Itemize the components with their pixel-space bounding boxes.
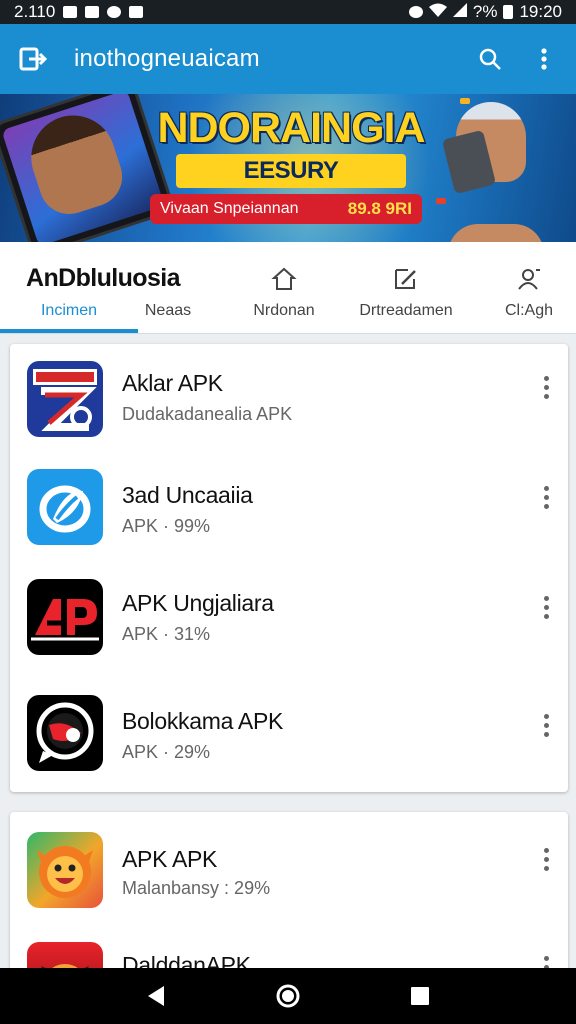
system-nav-bar bbox=[0, 968, 576, 1024]
back-icon[interactable] bbox=[136, 976, 176, 1016]
tab-label: Incimen bbox=[40, 302, 98, 319]
banner-hand-image bbox=[448, 224, 544, 242]
battery-percent: ?% bbox=[472, 2, 498, 21]
black-chat-app-icon bbox=[27, 695, 103, 771]
tab-label: Cl:Agh bbox=[504, 302, 554, 319]
alarm-icon bbox=[408, 6, 423, 18]
home-icon bbox=[271, 267, 297, 296]
banner-promo-label: Vivaan Snpeiannan bbox=[160, 200, 299, 217]
signal-icon bbox=[452, 2, 467, 22]
status-clock: 19:20 bbox=[519, 2, 562, 21]
tab-nrdonan[interactable]: Nrdonan bbox=[232, 242, 336, 334]
app-name: Aklar APK bbox=[122, 370, 223, 396]
banner-subheadline: EESURY UMDONIAIA bbox=[176, 154, 406, 218]
app-meta: APK · 31% bbox=[122, 624, 211, 644]
tab-label: Drtreadamen bbox=[359, 302, 453, 319]
list-item[interactable]: APK APK Malanbansy : 29% bbox=[10, 812, 568, 922]
tab-incimen[interactable]: Incimen bbox=[0, 242, 138, 334]
banner-headline: NDORAINGIA bbox=[157, 104, 425, 152]
home-icon[interactable] bbox=[268, 976, 308, 1016]
blue-red-z-app-icon bbox=[27, 361, 103, 437]
blue-leaf-app-icon bbox=[27, 469, 103, 545]
app-meta: APK · 29% bbox=[122, 742, 211, 762]
list-item[interactable]: Aklar APK Dudakadanealia APK bbox=[10, 344, 568, 454]
more-vert-icon[interactable] bbox=[534, 710, 558, 740]
tab-neaas[interactable]: Neaas bbox=[120, 242, 216, 334]
notification-icon bbox=[63, 6, 78, 18]
tab-label: Nrdonan bbox=[253, 302, 315, 319]
tab-label: Neaas bbox=[144, 302, 192, 319]
status-bar: 2.110 ?% 19:20 bbox=[0, 0, 576, 24]
cartoon-lion-app-icon bbox=[27, 832, 103, 908]
app-meta: Malanbansy : 29% bbox=[122, 878, 271, 898]
app-bar: inothogneuaicam bbox=[0, 24, 576, 94]
more-vert-icon[interactable] bbox=[534, 482, 558, 512]
list-item[interactable]: Bolokkama APK APK · 29% bbox=[10, 674, 568, 792]
image-notification-icon bbox=[85, 6, 100, 18]
person-icon bbox=[516, 267, 542, 296]
tab-clagh[interactable]: Cl:Agh bbox=[486, 242, 572, 334]
banner-promo-bar: Vivaan Snpeiannan 89.8 9RI bbox=[150, 194, 422, 224]
app-title: inothogneuaicam bbox=[74, 45, 260, 72]
promo-banner[interactable]: NDORAINGIA EESURY UMDONIAIA Vivaan Snpei… bbox=[0, 94, 576, 242]
recents-icon[interactable] bbox=[400, 976, 440, 1016]
app-name: APK Ungjaliara bbox=[122, 590, 274, 616]
wifi-icon bbox=[428, 2, 447, 22]
app-notification-icon bbox=[129, 6, 144, 18]
search-icon[interactable] bbox=[476, 45, 504, 73]
app-meta: Dudakadanealia APK bbox=[122, 404, 293, 424]
edit-icon bbox=[393, 267, 419, 296]
red-ap-app-icon bbox=[27, 579, 103, 655]
app-name: Bolokkama APK bbox=[122, 708, 284, 734]
shield-notification-icon bbox=[107, 6, 122, 18]
tab-drtreadamen[interactable]: Drtreadamen bbox=[348, 242, 464, 334]
app-name: 3ad Uncaaiia bbox=[122, 482, 253, 508]
more-vert-icon[interactable] bbox=[530, 45, 558, 73]
confetti bbox=[460, 98, 470, 104]
app-name: APK APK bbox=[122, 846, 218, 872]
app-list-card: Aklar APK Dudakadanealia APK 3ad Uncaaii… bbox=[10, 344, 568, 792]
status-time-left: 2.110 bbox=[14, 2, 56, 21]
confetti bbox=[436, 198, 446, 204]
more-vert-icon[interactable] bbox=[534, 844, 558, 874]
list-item[interactable]: APK Ungjaliara APK · 31% bbox=[10, 564, 568, 674]
more-vert-icon[interactable] bbox=[534, 592, 558, 622]
active-tab-indicator bbox=[0, 329, 138, 333]
battery-icon bbox=[503, 5, 514, 19]
tab-bar: AnDbluluosia Incimen Neaas Nrdonan Drtre… bbox=[0, 242, 576, 334]
banner-promo-value: 89.8 9RI bbox=[347, 199, 412, 218]
more-vert-icon[interactable] bbox=[534, 372, 558, 402]
app-meta: APK · 99% bbox=[122, 516, 211, 536]
list-item[interactable]: 3ad Uncaaiia APK · 99% bbox=[10, 454, 568, 564]
app-logo-icon[interactable] bbox=[18, 44, 48, 74]
